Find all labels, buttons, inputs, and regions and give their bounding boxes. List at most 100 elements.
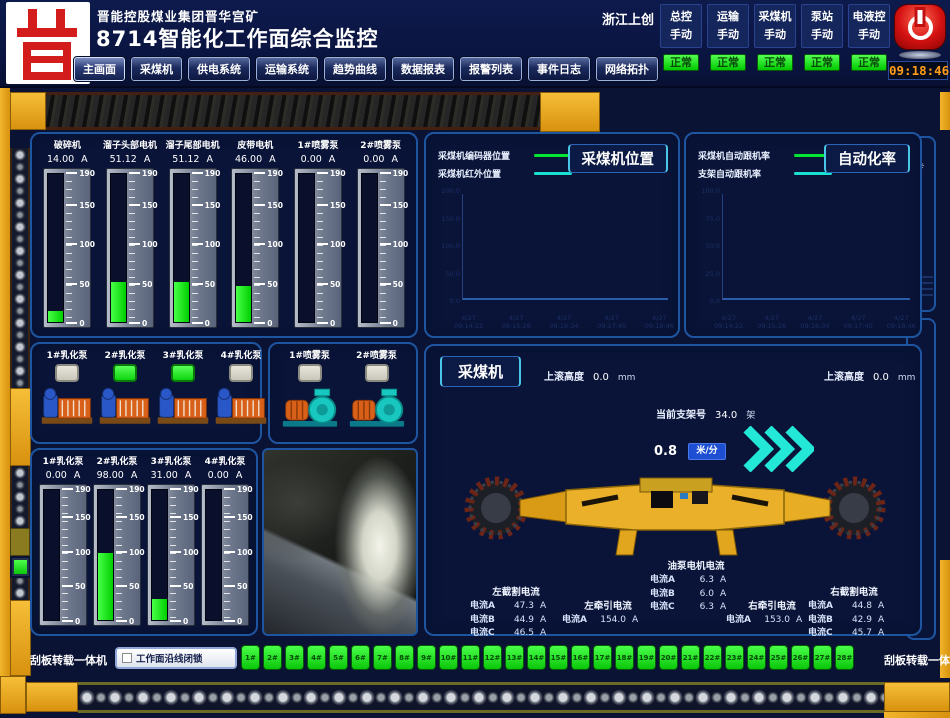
gauge-body: 190150100500 <box>201 484 249 626</box>
main-stage: ✳ 破碎机14.00A190150100500溜子头部电机51.12A19015… <box>0 0 950 718</box>
support-button-9#[interactable]: 9# <box>417 645 436 670</box>
y-tick-label: 0.0 <box>688 298 720 304</box>
traction-speed-value: 0.8 <box>654 444 677 459</box>
support-button-8#[interactable]: 8# <box>395 645 414 670</box>
gauge-1#乳化泵: 1#乳化泵0.00A190150100500 <box>36 456 90 626</box>
tab-7[interactable]: 报警列表 <box>460 57 522 81</box>
current-group-title: 左牵引电流 <box>562 598 654 612</box>
gauge-value: 0.00 <box>363 153 384 166</box>
support-button-24#[interactable]: 24# <box>747 645 766 670</box>
support-button-16#[interactable]: 16# <box>571 645 590 670</box>
power-icon <box>908 15 933 40</box>
support-button-11#[interactable]: 11# <box>461 645 480 670</box>
support-button-7#[interactable]: 7# <box>373 645 392 670</box>
power-button[interactable] <box>894 4 946 50</box>
gauge-label: 溜子尾部电机 <box>166 140 220 153</box>
tab-5[interactable]: 趋势曲线 <box>324 57 386 81</box>
support-button-28#[interactable]: 28# <box>835 645 854 670</box>
support-button-5#[interactable]: 5# <box>329 645 348 670</box>
tab-1[interactable]: 主画面 <box>74 57 125 81</box>
current-group-左截割电流: 左截割电流电流A47.3A电流B44.9A电流C46.5A <box>470 584 562 641</box>
pump-label: 1#喷雾泵 <box>289 348 330 361</box>
x-tick-label: 4/2709:15:28 <box>502 314 531 330</box>
x-axis-labels: 4/2709:14:224/2709:15:284/2709:16:344/27… <box>454 314 674 330</box>
support-number-label: 当前支架号 <box>656 406 706 421</box>
tab-6[interactable]: 数据报表 <box>392 57 454 81</box>
support-button-2#[interactable]: 2# <box>263 645 282 670</box>
support-button-3#[interactable]: 3# <box>285 645 304 670</box>
top-conveyor-end-block <box>540 92 600 132</box>
support-button-12#[interactable]: 12# <box>483 645 502 670</box>
support-button-14#[interactable]: 14# <box>527 645 546 670</box>
support-button-10#[interactable]: 10# <box>439 645 458 670</box>
gauge-value: 98.00 <box>97 469 124 482</box>
pump-run-indicator <box>113 364 137 382</box>
pump-label: 4#乳化泵 <box>221 348 262 361</box>
pump-3#乳化泵: 3#乳化泵 <box>154 348 212 436</box>
support-number-value: 34.0 <box>715 410 737 421</box>
current-row: 电流A154.0A <box>562 614 654 628</box>
tab-9[interactable]: 网络拓扑 <box>596 57 658 81</box>
status-name: 总控 <box>661 8 701 26</box>
top-left-yellow-block <box>10 92 46 130</box>
support-button-25#[interactable]: 25# <box>769 645 788 670</box>
bottom-right-yellow-block <box>884 682 950 712</box>
support-button-18#[interactable]: 18# <box>615 645 634 670</box>
left-drum-height: 上滚高度 0.0 mm <box>544 368 635 383</box>
support-button-23#[interactable]: 23# <box>725 645 744 670</box>
tab-3[interactable]: 供电系统 <box>188 57 250 81</box>
shearer-position-chart-panel: 采煤机编码器位置采煤机红外位置 采煤机位置 200.0150.0100.050.… <box>424 132 680 338</box>
pump-run-indicator <box>229 364 253 382</box>
shearer-panel-title: 采煤机 <box>440 356 521 387</box>
support-button-22#[interactable]: 22# <box>703 645 722 670</box>
page-title: 8714智能化工作面综合监控 <box>96 23 378 53</box>
support-button-1#[interactable]: 1# <box>241 645 260 670</box>
gauge-readout: 51.12A <box>172 153 213 166</box>
x-tick-label: 4/2709:17:40 <box>597 314 626 330</box>
gauge-scale: 190150100500 <box>170 489 191 621</box>
x-tick-label: 4/2709:15:28 <box>757 314 786 330</box>
current-readouts: 左截割电流电流A47.3A电流B44.9A电流C46.5A左牵引电流电流A154… <box>426 558 924 636</box>
gauge-channel <box>361 173 378 323</box>
emulsion-pump-icon <box>154 383 212 429</box>
right-drum-height: 上滚高度 0.0 mm <box>824 368 915 383</box>
tab-4[interactable]: 运输系统 <box>256 57 318 81</box>
tab-2[interactable]: 采煤机 <box>131 57 182 81</box>
gauge-readout: 0.00A <box>363 153 398 166</box>
gauge-label: 溜子头部电机 <box>103 140 157 153</box>
gauge-scale: 190150100500 <box>317 173 338 323</box>
support-control-bar: 刮板转载一体机 工作面沿线闭锁 1#2#3#4#5#6#7#8#9#10#11#… <box>0 644 950 676</box>
support-button-21#[interactable]: 21# <box>681 645 700 670</box>
support-button-4#[interactable]: 4# <box>307 645 326 670</box>
pump-run-indicator <box>365 364 389 382</box>
gauge-4#乳化泵: 4#乳化泵0.00A190150100500 <box>198 456 252 626</box>
pump-label: 3#乳化泵 <box>163 348 204 361</box>
pump-1#喷雾泵: 1#喷雾泵 <box>281 348 339 436</box>
support-button-15#[interactable]: 15# <box>549 645 568 670</box>
support-button-17#[interactable]: 17# <box>593 645 612 670</box>
gauge-scale: 190150100500 <box>254 173 275 323</box>
gauge-label: 皮带电机 <box>237 140 273 153</box>
nav-tabs: 主画面采煤机供电系统运输系统趋势曲线数据报表报警列表事件日志网络拓扑 <box>74 57 658 81</box>
header: 晋能控股煤业集团晋华宫矿 8714智能化工作面综合监控 主画面采煤机供电系统运输… <box>0 0 950 88</box>
y-tick-label: 75.0 <box>688 216 720 222</box>
current-group-右截割电流: 右截割电流电流A44.8A电流B42.9A电流C45.7A <box>808 584 900 641</box>
support-button-13#[interactable]: 13# <box>505 645 524 670</box>
support-button-26#[interactable]: 26# <box>791 645 810 670</box>
pump-4#乳化泵: 4#乳化泵 <box>212 348 270 436</box>
top-conveyor-belt <box>46 92 540 130</box>
current-group-title: 左截割电流 <box>470 584 562 598</box>
gauge-channel <box>47 173 64 323</box>
support-button-27#[interactable]: 27# <box>813 645 832 670</box>
gauge-value: 14.00 <box>47 153 74 166</box>
status-state-badge: 正常 <box>804 54 840 71</box>
face-line-lock-button[interactable]: 工作面沿线闭锁 <box>115 647 237 669</box>
gauge-readout: 46.00A <box>235 153 276 166</box>
support-button-6#[interactable]: 6# <box>351 645 370 670</box>
support-button-20#[interactable]: 20# <box>659 645 678 670</box>
support-button-19#[interactable]: 19# <box>637 645 656 670</box>
tab-8[interactable]: 事件日志 <box>528 57 590 81</box>
status-name: 采煤机 <box>755 8 795 26</box>
legend-row: 采煤机红外位置 <box>438 164 572 182</box>
gauge-value: 0.00 <box>208 469 229 482</box>
